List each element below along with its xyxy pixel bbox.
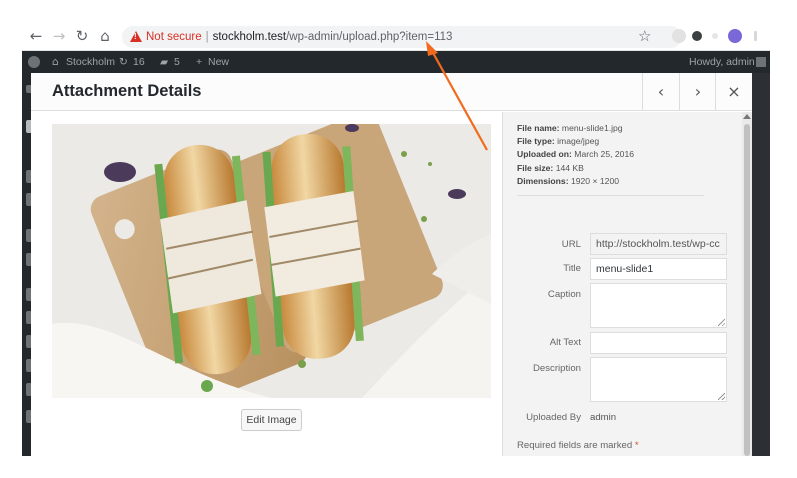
uploaded-by-value: admin	[590, 412, 617, 423]
comments-count[interactable]: 5	[174, 51, 180, 73]
details-scrollbar[interactable]	[742, 112, 752, 456]
browser-window: ← → ↻ ⌂ Not secure|stockholm.test/wp-adm…	[22, 22, 770, 456]
file-size-label: File size:	[517, 162, 554, 173]
description-field[interactable]	[590, 357, 727, 402]
home-icon[interactable]: ⌂	[95, 26, 115, 46]
avatar[interactable]	[756, 57, 766, 67]
dimensions-value: 1920 × 1200	[570, 175, 619, 186]
attachment-details-modal: Attachment Details ‹ › × Edit Image File…	[31, 73, 752, 456]
required-note-text: Required fields are marked	[517, 440, 633, 451]
chevron-right-icon[interactable]: ›	[679, 73, 716, 111]
wp-admin-bar: ⌂ Stockholm ↻ 16 ▰ 5 + New Howdy, admin	[22, 51, 770, 73]
resize-handle-icon[interactable]	[718, 319, 725, 326]
title-field[interactable]: menu-slide1	[590, 258, 727, 280]
warning-icon	[130, 31, 142, 42]
modal-header: Attachment Details ‹ › ×	[31, 73, 752, 111]
menu-icon[interactable]	[754, 31, 757, 41]
dimensions-label: Dimensions:	[517, 175, 569, 186]
sandwich-photo	[52, 124, 491, 398]
scroll-up-icon[interactable]	[743, 114, 751, 119]
file-name-value: menu-slide1.jpg	[561, 123, 623, 133]
account-greeting[interactable]: Howdy, admin	[689, 51, 755, 73]
profile-avatar[interactable]	[728, 29, 742, 43]
site-name[interactable]: Stockholm	[66, 51, 115, 73]
uploaded-by-label: Uploaded By	[526, 412, 581, 423]
caption-field[interactable]	[590, 283, 727, 328]
home-icon: ⌂	[52, 56, 59, 68]
extension-icon[interactable]	[712, 33, 718, 39]
file-type-label: File type:	[517, 136, 555, 147]
star-icon[interactable]: ☆	[638, 26, 651, 46]
extension-icon[interactable]	[672, 29, 686, 43]
wordpress-logo-icon[interactable]	[28, 56, 40, 68]
divider	[517, 195, 704, 196]
file-size-value: 144 KB	[555, 162, 584, 173]
title-label: Title	[563, 263, 581, 274]
modal-title: Attachment Details	[52, 82, 202, 100]
file-type-value: image/jpeg	[557, 136, 600, 147]
page-background	[752, 73, 770, 456]
file-name-label: File name:	[517, 123, 560, 133]
edit-image-button[interactable]: Edit Image	[241, 409, 302, 431]
url-label: URL	[561, 239, 581, 250]
browser-toolbar: ← → ↻ ⌂ Not secure|stockholm.test/wp-adm…	[22, 22, 770, 51]
file-details: File name: menu-slide1.jpg File type: im…	[517, 122, 634, 188]
uploaded-on-value: March 25, 2016	[574, 149, 635, 160]
plus-icon: +	[196, 56, 203, 68]
uploaded-on-label: Uploaded on:	[517, 149, 572, 160]
required-fields-note: Required fields are marked *	[517, 440, 639, 451]
image-preview-pane: Edit Image	[31, 112, 502, 456]
arrow-right-icon[interactable]: →	[49, 26, 69, 46]
attachment-image	[52, 124, 491, 398]
url-field[interactable]: http://stockholm.test/wp-cc	[590, 233, 727, 255]
close-icon[interactable]: ×	[715, 73, 752, 111]
security-status: Not secure	[146, 31, 202, 43]
alt-text-label: Alt Text	[549, 337, 581, 348]
extension-icon[interactable]	[692, 31, 702, 41]
alt-text-field[interactable]	[590, 332, 727, 354]
scroll-thumb[interactable]	[744, 124, 750, 456]
url-host: stockholm.test	[212, 31, 287, 43]
caption-label: Caption	[547, 289, 581, 300]
updates-count[interactable]: 16	[133, 51, 145, 73]
attachment-info-sidebar: File name: menu-slide1.jpg File type: im…	[502, 112, 752, 456]
updates-icon: ↻	[119, 56, 128, 68]
description-label: Description	[533, 363, 581, 374]
url-path: /wp-admin/upload.php?item=113	[286, 31, 453, 43]
reload-icon[interactable]: ↻	[72, 26, 92, 46]
address-bar[interactable]: Not secure|stockholm.test/wp-admin/uploa…	[122, 26, 682, 48]
resize-handle-icon[interactable]	[718, 393, 725, 400]
chevron-left-icon[interactable]: ‹	[642, 73, 679, 111]
comments-icon: ▰	[160, 56, 169, 68]
required-star: *	[634, 440, 639, 451]
new-content-link[interactable]: New	[208, 51, 229, 73]
arrow-left-icon[interactable]: ←	[26, 26, 46, 46]
